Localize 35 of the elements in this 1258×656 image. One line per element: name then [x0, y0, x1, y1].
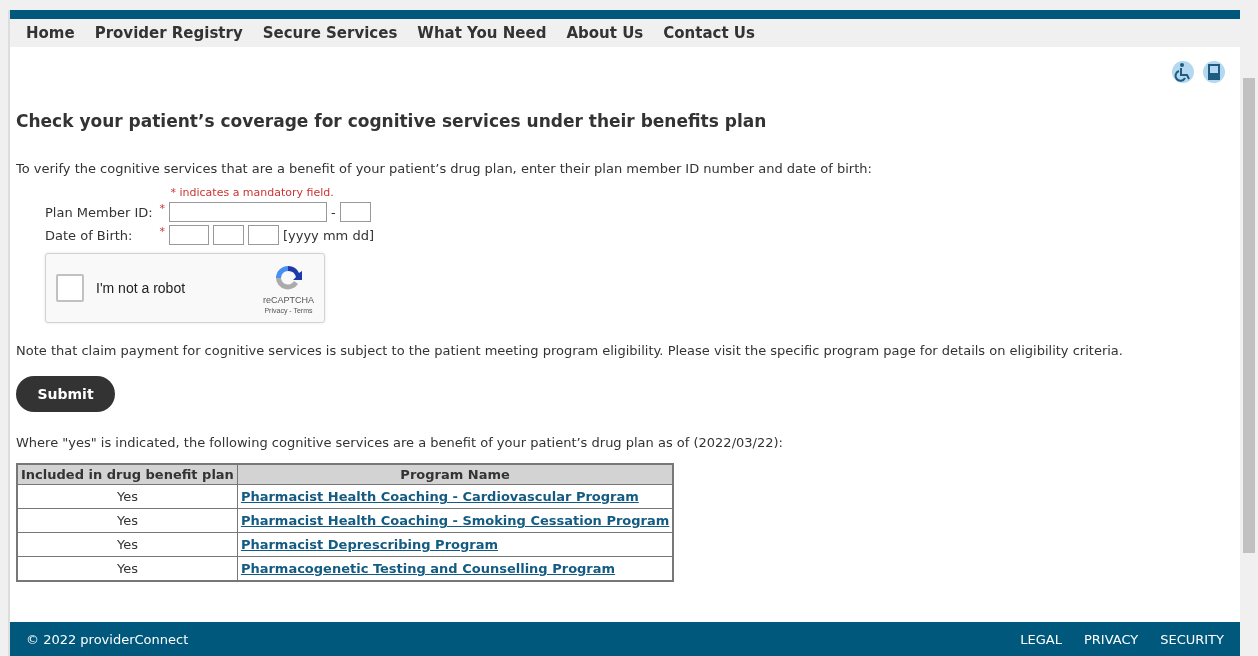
captcha-label: I'm not a robot	[96, 280, 187, 296]
intro-text: To verify the cognitive services that are a benefit of your patient’s drug plan, enter their plan member ID number and date of birth:	[16, 161, 873, 176]
year-field[interactable]	[168, 225, 209, 245]
column-header: Included in drug benefit plan	[17, 464, 238, 485]
nav-link[interactable]: Contact Us	[663, 24, 755, 42]
nav-link[interactable]: Secure Services	[262, 24, 398, 42]
date-format-hint: [yyyy mm dd]	[282, 227, 374, 243]
mandatory-note: * indicates a mandatory field.	[170, 186, 335, 199]
required-mark: *	[159, 225, 165, 238]
month-field[interactable]	[212, 225, 244, 245]
member-id-field[interactable]	[168, 202, 327, 222]
footer-link[interactable]: PRIVACY	[1083, 631, 1139, 647]
captcha-checkbox[interactable]	[56, 274, 84, 302]
page-heading: Check your patient’s coverage for cognitive services under their benefits plan	[16, 111, 768, 131]
table-intro: Where "yes" is indicated, the following cognitive services are a benefit of your patient’s drug plan as of (2022/03/22):	[16, 435, 784, 450]
captcha-brand: reCAPTCHA	[263, 294, 314, 305]
footer-link[interactable]: SECURITY	[1160, 631, 1224, 647]
footer-link[interactable]: LEGAL	[1020, 631, 1062, 647]
nav-link[interactable]: Home	[26, 24, 75, 42]
day-field[interactable]	[247, 225, 279, 245]
separator-text: -	[330, 204, 336, 220]
eligibility-note: Note that claim payment for cognitive services is subject to the patient meeting program eligibility. Please visit the specific program page for details on eligibility criteria.	[16, 343, 1124, 358]
nav-link[interactable]: Provider Registry	[94, 24, 243, 42]
member-id-label: Plan Member ID:	[45, 204, 154, 220]
table-cell: Yes	[17, 484, 238, 509]
required-mark: *	[159, 202, 165, 215]
table-cell: Yes	[17, 508, 238, 533]
dob-label: Date of Birth:	[45, 227, 133, 243]
nav-link[interactable]: What You Need	[417, 24, 547, 42]
copyright-text: © 2022 providerConnect	[26, 631, 190, 647]
table-cell: Yes	[17, 532, 238, 557]
nav-link[interactable]: About Us	[566, 24, 644, 42]
member-id-suffix-field[interactable]	[339, 202, 371, 222]
column-header: Program Name	[237, 464, 674, 485]
submit-button[interactable]: Submit	[16, 376, 115, 412]
